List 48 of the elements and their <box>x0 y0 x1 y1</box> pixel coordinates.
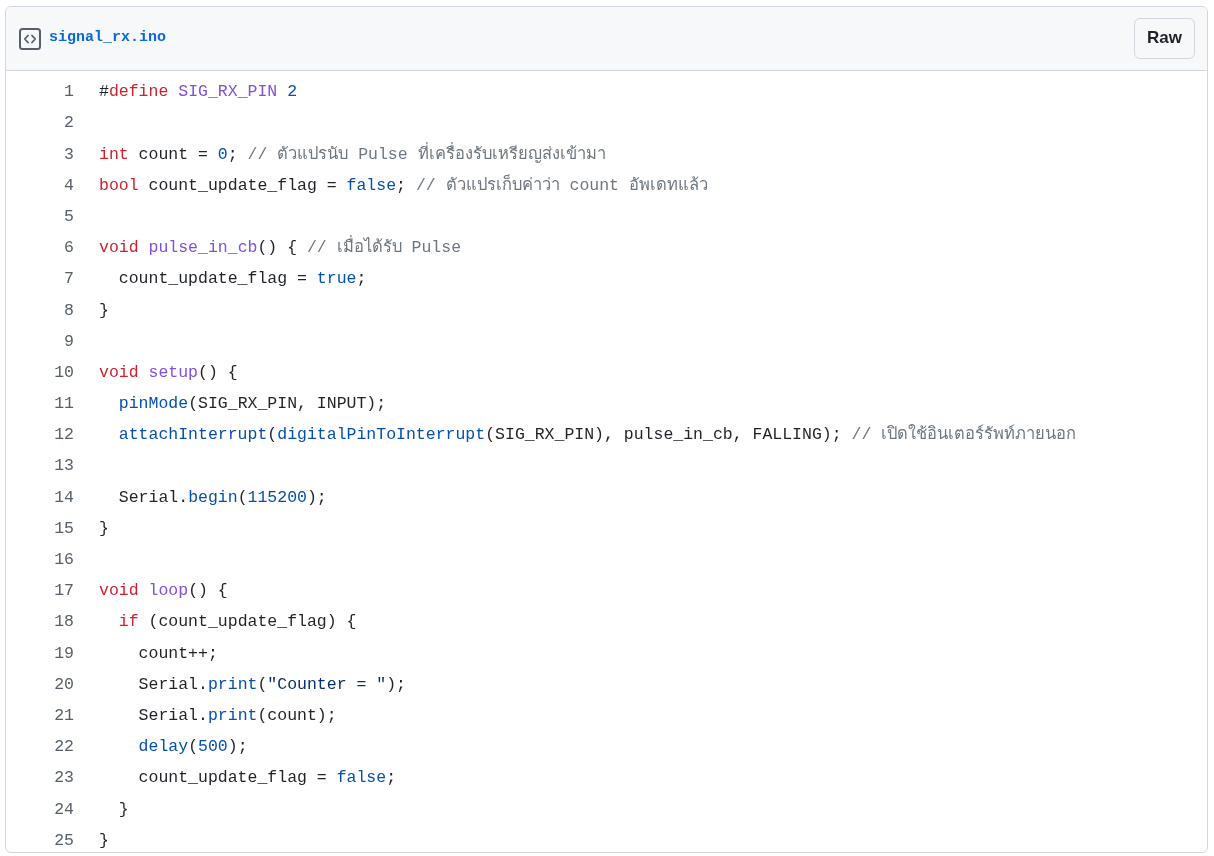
line-number: 12 <box>53 424 74 447</box>
code-line: int count = 0; // ตัวแปรนับ Pulse ที่เครื่องรับเหรียญส่งเข้ามา <box>99 142 606 166</box>
line-number: 23 <box>53 767 74 790</box>
code-line: count_update_flag = true; <box>117 268 367 291</box>
line-number: 7 <box>63 268 74 291</box>
line-number: 13 <box>53 455 74 478</box>
code-line: } <box>117 798 129 821</box>
line-number: 19 <box>53 642 74 665</box>
code-line: void setup() { <box>99 361 238 384</box>
code-line: #define SIG_RX_PIN 2 <box>99 81 298 104</box>
code-line: Serial.print(count); <box>137 704 337 727</box>
line-number: 8 <box>63 299 74 322</box>
line-number: 11 <box>53 393 74 416</box>
code-line: if (count_update_flag) { <box>117 611 357 634</box>
code-line: bool count_update_flag = false; // ตัวแปรเก็บค่าว่า count อัพเดทแล้ว <box>99 173 708 197</box>
line-number: 21 <box>53 704 74 727</box>
line-number: 10 <box>53 361 74 384</box>
line-number: 1 <box>63 81 74 104</box>
code-line: pinMode(SIG_RX_PIN, INPUT); <box>117 393 387 416</box>
code-line: } <box>99 299 109 322</box>
line-number: 22 <box>53 736 74 759</box>
line-number: 17 <box>53 580 74 603</box>
code-line: attachInterrupt(digitalPinToInterrupt(SIG_RX_PIN), pulse_in_cb, FALLING); // เปิดใช้อินเตอร์รัพท์ภายนอก <box>117 423 1077 447</box>
code-line: } <box>99 829 109 852</box>
line-number: 25 <box>53 829 74 852</box>
code-line: Serial.begin(115200); <box>117 486 327 509</box>
line-number: 15 <box>53 517 74 540</box>
line-number: 14 <box>53 486 74 509</box>
code-line: Serial.print("Counter = "); <box>137 673 406 696</box>
code-line: count_update_flag = false; <box>137 767 397 790</box>
code-line: void loop() { <box>99 580 228 603</box>
line-number: 16 <box>53 549 74 572</box>
code-line: void pulse_in_cb() { // เมื่อได้รับ Pulse <box>99 236 462 261</box>
line-number: 24 <box>53 798 74 821</box>
line-number: 18 <box>53 611 74 634</box>
line-number: 6 <box>63 237 74 260</box>
code-file-icon <box>19 27 41 50</box>
line-number: 20 <box>53 673 74 696</box>
line-number: 5 <box>63 205 74 228</box>
code-line: } <box>99 517 109 540</box>
line-number: 9 <box>63 330 74 353</box>
code-line: count++; <box>137 642 218 665</box>
file-name-link[interactable]: signal_rx.ino <box>49 27 167 50</box>
line-number: 2 <box>63 112 74 135</box>
line-number: 4 <box>63 174 74 197</box>
line-number: 3 <box>63 143 74 166</box>
code-line: delay(500); <box>137 736 248 759</box>
raw-button[interactable]: Raw <box>1134 18 1195 59</box>
